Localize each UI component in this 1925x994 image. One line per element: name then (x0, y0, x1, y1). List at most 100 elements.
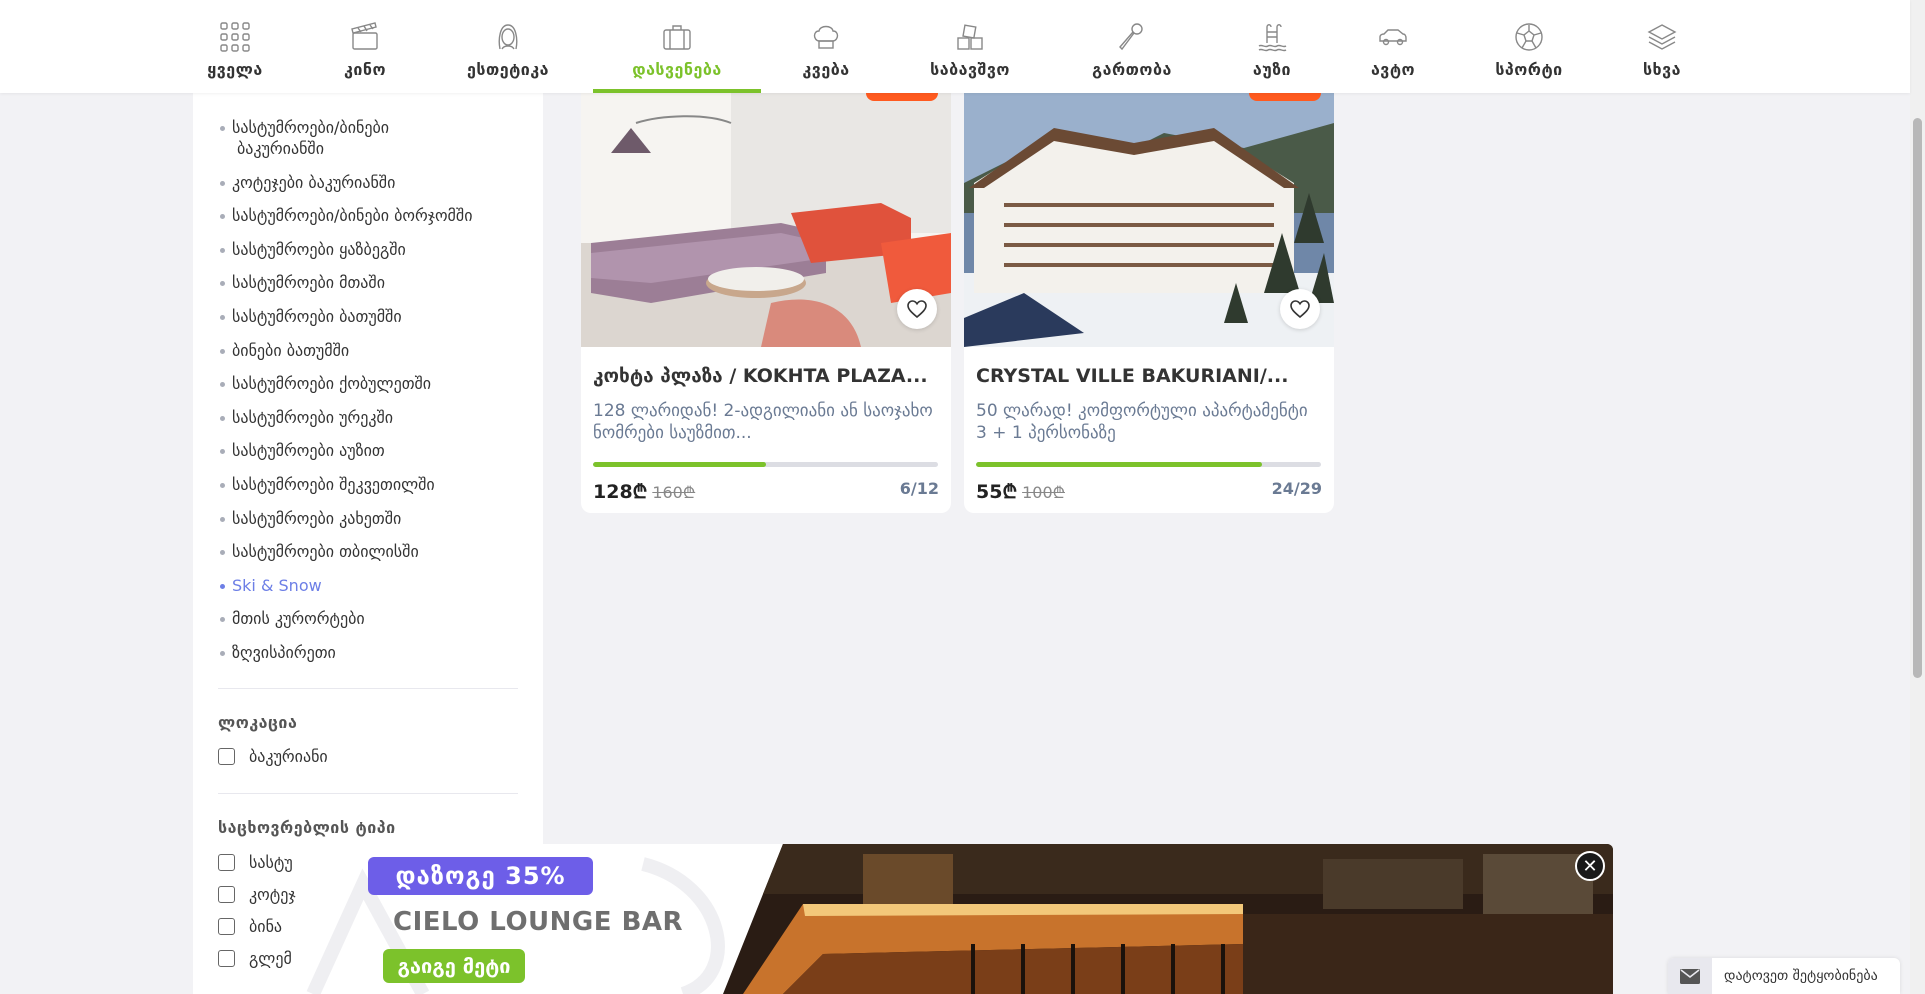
car-icon (1376, 20, 1410, 54)
old-price: 160₾ (652, 483, 696, 502)
checkbox[interactable] (218, 748, 235, 765)
promo-banner[interactable]: დაზოგე 35% CIELO LOUNGE BAR გაიგე მეტი ✕ (303, 844, 1613, 994)
checkbox[interactable] (218, 886, 235, 903)
checkbox[interactable] (218, 918, 235, 935)
category-item[interactable]: სასტუმროები ყაზბეგში (218, 239, 528, 260)
promo-badge (1249, 93, 1321, 101)
offer-image-lounge[interactable] (581, 93, 951, 347)
accommodation-checkbox[interactable]: გლემ (218, 949, 292, 968)
leave-message-widget[interactable]: დატოვეთ შეტყობინება (1668, 958, 1900, 994)
heart-icon (1290, 300, 1310, 318)
nav-item-pool[interactable]: აუზი (1250, 0, 1294, 93)
location-checkbox-bakuriani[interactable]: ბაკურიანი (218, 747, 328, 766)
page-scrollbar-thumb[interactable] (1913, 118, 1922, 678)
divider (218, 793, 518, 794)
category-item[interactable]: კოტეჯები ბაკურიანში (218, 172, 528, 193)
category-item[interactable]: სასტუმროები ქობულეთში (218, 373, 528, 394)
offer-price: 55₾ 100₾ (976, 481, 1065, 503)
category-item[interactable]: სასტუმროები შეკვეთილში (218, 474, 528, 495)
offer-description: 50 ლარად! კომფორტული აპარტამენტი 3 + 1 პ… (976, 401, 1308, 443)
soccer-ball-icon (1512, 20, 1546, 54)
nav-item-food[interactable]: კვება (800, 0, 852, 93)
offer-title[interactable]: კოხტა პლაზა / KOKHTA PLAZA... (593, 365, 928, 387)
nav-label: გართობა (1092, 60, 1172, 79)
microphone-icon (1115, 20, 1149, 54)
nav-label: აუზი (1252, 60, 1292, 79)
nav-item-cinema[interactable]: კინო (340, 0, 390, 93)
sold-count: 24/29 (1271, 479, 1322, 498)
offer-price: 128₾ 160₾ (593, 481, 696, 503)
favorite-button[interactable] (897, 289, 937, 329)
sold-progress-fill (593, 462, 766, 467)
category-item[interactable]: სასტუმროები თბილისში (218, 541, 528, 562)
nav-label: კინო (343, 60, 387, 79)
category-item[interactable]: სასტუმროები აუზით (218, 440, 528, 461)
category-item-ski-snow[interactable]: Ski & Snow (218, 575, 528, 596)
envelope-icon (1668, 958, 1712, 994)
nav-label: სხვა (1642, 60, 1682, 79)
nav-label: საბავშვო (930, 60, 1010, 79)
nav-item-kids[interactable]: საბავშვო (926, 0, 1014, 93)
sold-progress-fill (976, 462, 1263, 467)
checkbox[interactable] (218, 950, 235, 967)
divider (218, 688, 518, 689)
category-item[interactable]: ბინები ბათუმში (218, 340, 528, 361)
category-nav: ყველა კინო ესთეტიკა დასვენება კვება საბა… (0, 0, 1910, 93)
location-title: ლოკაცია (218, 713, 298, 732)
category-item[interactable]: ზღვისპირეთი (218, 642, 528, 663)
offer-card[interactable]: კოხტა პლაზა / KOKHTA PLAZA... 128 ლარიდა… (581, 93, 951, 513)
close-banner-button[interactable]: ✕ (1575, 851, 1605, 881)
nav-item-sport[interactable]: სპორტი (1491, 0, 1567, 93)
old-price: 100₾ (1022, 483, 1065, 502)
category-item[interactable]: სასტუმროები ურეკში (218, 407, 528, 428)
heart-icon (907, 300, 927, 318)
nav-label: სპორტი (1495, 60, 1563, 79)
category-item[interactable]: სასტუმროები მთაში (218, 272, 528, 293)
pool-icon (1255, 20, 1289, 54)
checkbox[interactable] (218, 854, 235, 871)
layers-icon (1645, 20, 1679, 54)
promo-badge (866, 93, 938, 101)
category-item[interactable]: მთის კურორტები (218, 608, 528, 629)
grid-icon (218, 20, 252, 54)
sold-progress-bar (593, 462, 938, 467)
category-item[interactable]: სასტუმროები/ბინები ბაკურიანში (218, 117, 528, 159)
nav-item-all[interactable]: ყველა (205, 0, 265, 93)
leave-message-label: დატოვეთ შეტყობინება (1724, 968, 1878, 984)
nav-label: კვება (802, 60, 850, 79)
accommodation-checkbox[interactable]: ბინა (218, 917, 282, 936)
nav-label: ავტო (1370, 60, 1416, 79)
banner-discount-badge: დაზოგე 35% (368, 857, 593, 895)
category-list: სასტუმროები/ბინები ბაკურიანში კოტეჯები ბა… (218, 117, 528, 676)
banner-bar-photo (723, 844, 1613, 994)
category-item[interactable]: სასტუმროები ბათუმში (218, 306, 528, 327)
accommodation-checkbox[interactable]: სასტუ (218, 853, 293, 872)
toy-blocks-icon (953, 20, 987, 54)
favorite-button[interactable] (1280, 289, 1320, 329)
suitcase-icon (660, 20, 694, 54)
nav-item-entertainment[interactable]: გართობა (1088, 0, 1176, 93)
offer-image-hotel[interactable] (964, 93, 1334, 347)
close-icon: ✕ (1582, 855, 1598, 877)
category-item[interactable]: სასტუმროები/ბინები ბორჯომში (218, 205, 528, 226)
banner-venue-name: CIELO LOUNGE BAR (393, 907, 684, 937)
clapperboard-icon (348, 20, 382, 54)
nav-label: ესთეტიკა (466, 60, 550, 79)
accommodation-type-title: საცხოვრებლის ტიპი (218, 818, 396, 837)
banner-learn-more-button[interactable]: გაიგე მეტი (383, 949, 525, 983)
sold-progress-bar (976, 462, 1321, 467)
offer-description: 128 ლარიდან! 2-ადგილიანი ან საოჯახო ნომრ… (593, 401, 933, 443)
nav-label: დასვენება (632, 60, 722, 79)
nav-item-auto[interactable]: ავტო (1368, 0, 1418, 93)
accommodation-checkbox[interactable]: კოტეჯ (218, 885, 296, 904)
nav-item-vacation[interactable]: დასვენება (593, 0, 761, 93)
nav-label: ყველა (207, 60, 263, 79)
nav-item-aesthetics[interactable]: ესთეტიკა (462, 0, 554, 93)
woman-face-icon (491, 20, 525, 54)
offer-card[interactable]: CRYSTAL VILLE BAKURIANI/... 50 ლარად! კო… (964, 93, 1334, 513)
chef-hat-icon (809, 20, 843, 54)
nav-item-other[interactable]: სხვა (1640, 0, 1684, 93)
category-item[interactable]: სასტუმროები კახეთში (218, 508, 528, 529)
sold-count: 6/12 (899, 479, 939, 498)
offer-title[interactable]: CRYSTAL VILLE BAKURIANI/... (976, 365, 1288, 387)
